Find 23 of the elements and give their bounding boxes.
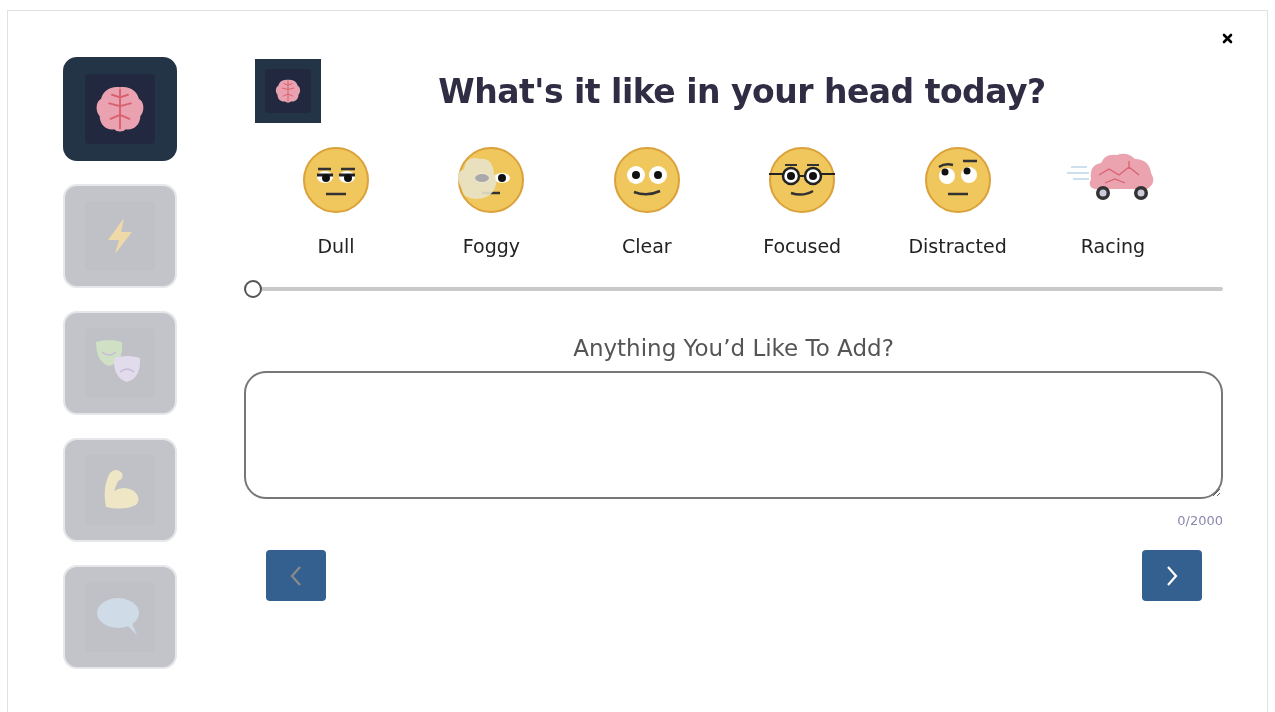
close-icon xyxy=(1222,33,1233,44)
mood-label: Clear xyxy=(621,235,672,257)
glasses-face-icon xyxy=(767,145,838,215)
close-button[interactable] xyxy=(1220,31,1235,46)
unamused-face-icon xyxy=(301,145,371,215)
mood-label: Focused xyxy=(763,235,842,257)
notes-field[interactable] xyxy=(244,371,1223,499)
mood-slider[interactable] xyxy=(244,280,1223,298)
mood-label: Dull xyxy=(317,235,355,257)
mood-label: Foggy xyxy=(462,235,520,257)
next-button[interactable] xyxy=(1142,550,1202,601)
smiling-face-icon xyxy=(611,145,682,215)
notes-label: Anything You’d Like To Add? xyxy=(572,335,895,361)
mood-label: Distracted xyxy=(908,235,1007,257)
character-counter: 0/2000 xyxy=(1176,513,1223,528)
foggy-face-icon xyxy=(456,145,527,215)
chevron-right-icon xyxy=(1165,564,1179,587)
slider-thumb[interactable] xyxy=(244,280,262,298)
category-tile[interactable] xyxy=(63,57,177,161)
mood-label: Racing xyxy=(1080,235,1146,257)
eye-roll-face-icon xyxy=(922,145,993,215)
question-title: What's it like in your head today? xyxy=(437,71,1047,111)
chevron-left-icon xyxy=(289,564,303,587)
